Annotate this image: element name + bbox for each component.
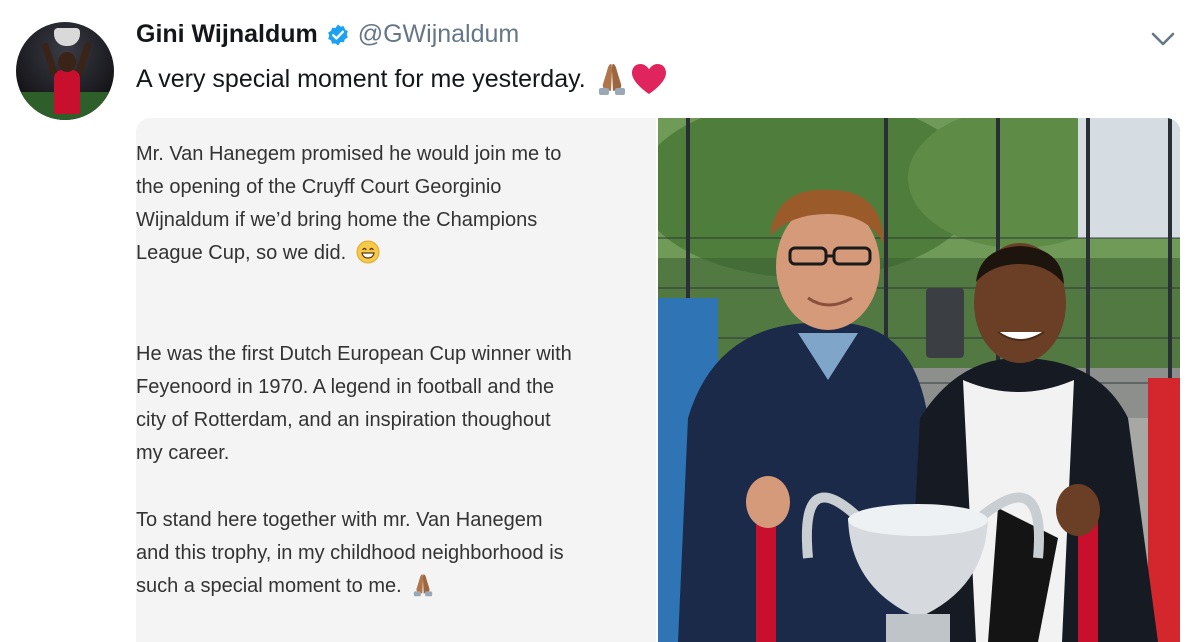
statement-line: Mr. Van Hanegem promised he would join m… bbox=[136, 143, 562, 165]
statement-line: Feyenoord in 1970. A legend in football … bbox=[136, 376, 555, 398]
statement-paragraph-1: Mr. Van Hanegem promised he would join m… bbox=[136, 138, 561, 270]
statement-line: He was the first Dutch European Cup winn… bbox=[136, 343, 572, 365]
tweet-text: A very special moment for me yesterday. bbox=[136, 64, 586, 93]
chevron-down-icon[interactable] bbox=[1150, 30, 1176, 48]
statement-image: Mr. Van Hanegem promised he would join m… bbox=[136, 118, 656, 642]
statement-line: the opening of the Cruyff Court Georgini… bbox=[136, 176, 502, 198]
statement-line: To stand here together with mr. Van Hane… bbox=[136, 509, 543, 531]
red-heart-icon bbox=[631, 64, 666, 94]
statement-line: my career. bbox=[136, 442, 230, 464]
grinning-face-icon bbox=[356, 240, 380, 264]
photo-illustration bbox=[658, 118, 1180, 642]
statement-paragraph-2: He was the first Dutch European Cup winn… bbox=[136, 338, 572, 470]
avatar-head bbox=[58, 52, 76, 72]
avatar-arm-right bbox=[74, 41, 93, 77]
tweet-media[interactable]: Mr. Van Hanegem promised he would join m… bbox=[136, 118, 1180, 642]
author-avatar[interactable] bbox=[16, 22, 114, 120]
statement-line-with-emoji: League Cup, so we did. bbox=[136, 237, 561, 270]
statement-line-with-emoji: such a special moment to me. bbox=[136, 570, 564, 603]
folded-hands-icon bbox=[598, 64, 625, 95]
avatar-trophy bbox=[54, 28, 80, 46]
avatar-arm-left bbox=[40, 41, 59, 77]
statement-line: League Cup, so we did. bbox=[136, 242, 347, 264]
tweet-header: Gini Wijnaldum @GWijnaldum bbox=[136, 20, 519, 49]
statement-line: city of Rotterdam, and an inspiration th… bbox=[136, 409, 551, 431]
author-name[interactable]: Gini Wijnaldum bbox=[136, 20, 318, 49]
statement-line: Wijnaldum if we’d bring home the Champio… bbox=[136, 209, 538, 231]
avatar-shirt bbox=[54, 70, 80, 114]
statement-line: such a special moment to me. bbox=[136, 575, 402, 597]
verified-badge-icon bbox=[327, 24, 348, 45]
tweet-text-row: A very special moment for me yesterday. bbox=[136, 62, 668, 96]
statement-paragraph-3: To stand here together with mr. Van Hane… bbox=[136, 504, 564, 603]
author-handle[interactable]: @GWijnaldum bbox=[358, 20, 520, 49]
folded-hands-icon bbox=[414, 574, 433, 597]
statement-line: and this trophy, in my childhood neighbo… bbox=[136, 542, 564, 564]
photo-two-men-with-trophy bbox=[658, 118, 1180, 642]
